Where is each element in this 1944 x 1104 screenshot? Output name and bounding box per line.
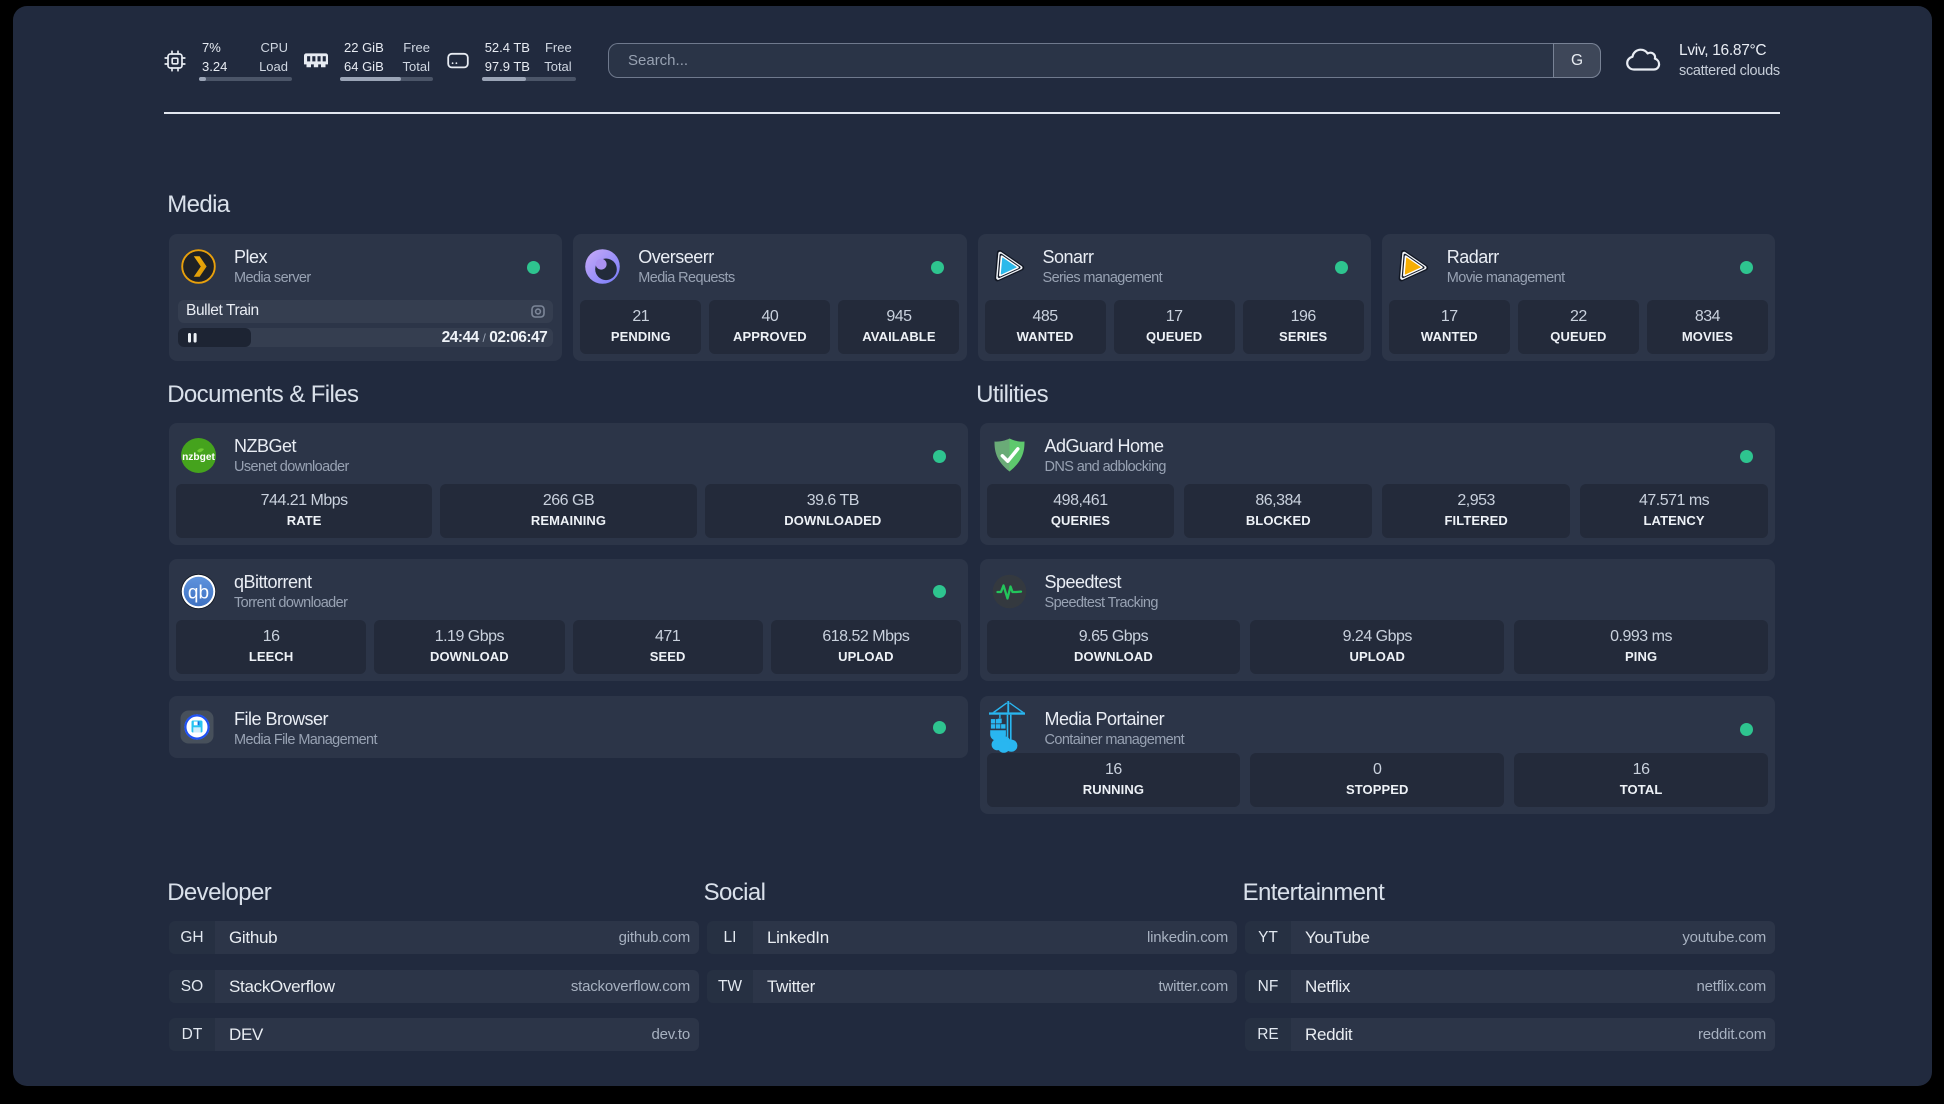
svg-text:qb: qb — [188, 582, 209, 603]
svg-text:nzbget: nzbget — [182, 452, 215, 463]
